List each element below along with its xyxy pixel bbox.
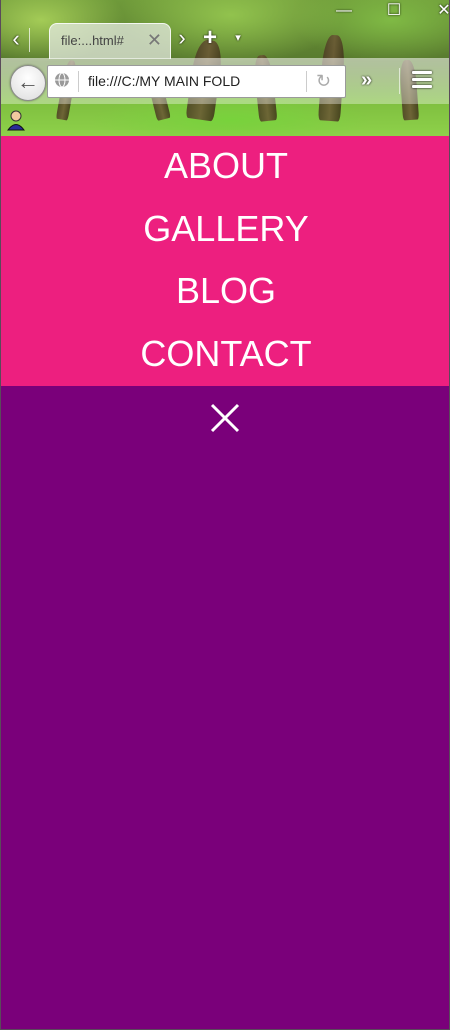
list-all-tabs-button[interactable]: ▾ bbox=[231, 27, 245, 49]
navigation-toolbar: file:///C:/MY MAIN FOLD ↻ ← » bbox=[1, 58, 449, 104]
new-tab-button[interactable]: + bbox=[199, 26, 221, 50]
url-separator bbox=[78, 71, 79, 92]
browser-tab[interactable]: file:...html# ✕ bbox=[49, 23, 171, 59]
url-bar[interactable]: file:///C:/MY MAIN FOLD ↻ bbox=[47, 65, 346, 98]
reload-icon[interactable]: ↻ bbox=[316, 70, 331, 92]
nav-link-contact[interactable]: CONTACT bbox=[1, 334, 449, 374]
toolbar-divider bbox=[399, 68, 400, 94]
window-close-button[interactable]: ✕ bbox=[429, 0, 449, 22]
menu-close-icon[interactable] bbox=[207, 400, 243, 436]
minimize-button[interactable]: — bbox=[329, 0, 359, 22]
back-arrow-icon: ← bbox=[17, 69, 39, 94]
nav-link-gallery[interactable]: GALLERY bbox=[1, 209, 449, 249]
tab-scroll-left-button[interactable]: ‹ bbox=[5, 28, 27, 50]
toolbar-overflow-button[interactable]: » bbox=[361, 70, 372, 90]
tab-title: file:...html# bbox=[61, 33, 124, 48]
browser-window: — ☐ ✕ ‹ file:...html# ✕ › + ▾ file:///C:… bbox=[0, 0, 450, 1030]
browser-chrome: — ☐ ✕ ‹ file:...html# ✕ › + ▾ file:///C:… bbox=[1, 0, 449, 136]
tab-strip-divider bbox=[29, 28, 30, 52]
window-controls: — ☐ ✕ bbox=[291, 0, 449, 22]
user-icon[interactable] bbox=[6, 109, 26, 131]
globe-icon bbox=[55, 72, 69, 88]
back-button[interactable]: ← bbox=[10, 65, 46, 101]
tab-close-icon[interactable]: ✕ bbox=[147, 30, 162, 50]
maximize-button[interactable]: ☐ bbox=[379, 0, 409, 22]
nav-link-about[interactable]: ABOUT bbox=[1, 146, 449, 186]
bookmark-bar bbox=[1, 104, 449, 136]
url-text[interactable]: file:///C:/MY MAIN FOLD bbox=[88, 73, 278, 89]
url-separator bbox=[306, 71, 307, 92]
mobile-nav-menu: ABOUT GALLERY BLOG CONTACT bbox=[1, 136, 449, 386]
nav-link-blog[interactable]: BLOG bbox=[1, 271, 449, 311]
tab-scroll-right-button[interactable]: › bbox=[173, 27, 191, 49]
hamburger-menu-icon[interactable] bbox=[412, 71, 432, 89]
page-content: ABOUT GALLERY BLOG CONTACT bbox=[1, 136, 449, 1029]
tab-strip: ‹ file:...html# ✕ › + ▾ bbox=[1, 20, 449, 59]
